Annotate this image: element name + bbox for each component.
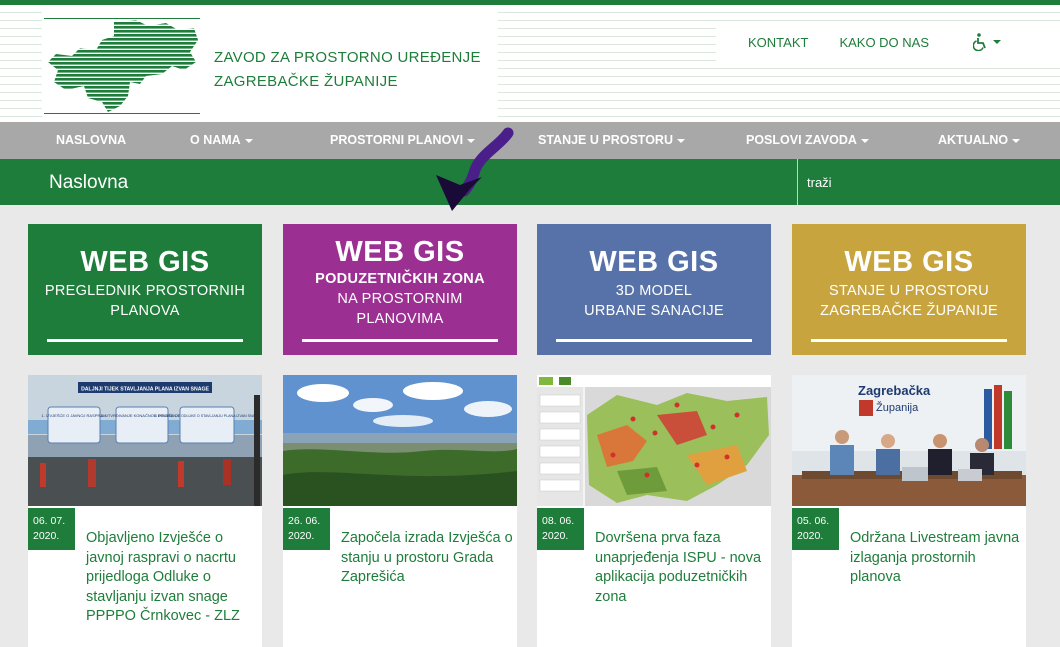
news-image — [283, 375, 517, 506]
chevron-down-icon — [1012, 138, 1021, 143]
chevron-down-icon — [860, 138, 869, 143]
image-wall-text-2: Županija — [876, 401, 919, 414]
nav-item-o-nama[interactable]: O NAMA — [190, 122, 253, 159]
nav-label: POSLOVI ZAVODA — [746, 133, 857, 147]
org-name: ZAVOD ZA PROSTORNO UREĐENJE ZAGREBAČKE Ž… — [214, 46, 494, 94]
chevron-down-icon — [993, 40, 1002, 44]
directions-link[interactable]: KAKO DO NAS — [839, 35, 929, 50]
news-title[interactable]: Održana Livestream javna izlaganja prost… — [850, 529, 1022, 588]
news-title[interactable]: Započela izrada Izvješća o stanju u pros… — [341, 529, 513, 588]
wheelchair-icon — [973, 33, 986, 51]
tile-heading: WEB GIS — [80, 246, 210, 278]
news-card[interactable]: 08. 06. 2020. Dovršena prva faza unaprje… — [537, 375, 771, 647]
tile-subtitle-1: 3D MODEL — [615, 283, 693, 299]
nav-item-poslovi-zavoda[interactable]: POSLOVI ZAVODA — [746, 122, 869, 159]
tile-gis-poduzetnicke-zone[interactable]: WEB GIS PODUZETNIČKIH ZONA NA PROSTORNIM… — [283, 224, 517, 355]
annotation-arrow-icon — [436, 127, 514, 211]
tile-subtitle-1: STANJE U PROSTORU — [828, 283, 990, 299]
tile-subtitle-1: PODUZETNIČKIH ZONA — [315, 271, 485, 287]
org-name-line1: ZAVOD ZA PROSTORNO UREĐENJE — [214, 49, 481, 66]
tile-subtitle-2: PLANOVA — [110, 303, 180, 319]
chevron-down-icon — [676, 138, 685, 143]
nav-label: O NAMA — [190, 133, 241, 147]
page-title-bar: Naslovna traži — [0, 159, 1060, 205]
news-date-year: 2020. — [288, 530, 315, 542]
news-date-year: 2020. — [797, 530, 824, 542]
tile-underline — [811, 339, 1007, 342]
nav-label: AKTUALNO — [938, 133, 1009, 147]
tile-heading: WEB GIS — [589, 246, 719, 278]
tile-subtitle-1: PREGLEDNIK PROSTORNIH — [44, 283, 246, 299]
tile-underline — [302, 339, 498, 342]
news-card[interactable]: 26. 06. 2020. Započela izrada Izvješća o… — [283, 375, 517, 647]
tile-subtitle-2: ZAGREBAČKE ŽUPANIJE — [820, 303, 998, 319]
tile-underline — [47, 339, 243, 342]
news-date: 26. 06. 2020. — [283, 508, 330, 550]
org-name-line2: ZAGREBAČKE ŽUPANIJE — [214, 73, 398, 90]
tile-subtitle-3: PLANOVIMA — [356, 311, 444, 327]
image-wall-text-1: Zagrebačka — [858, 383, 931, 398]
main-nav: NASLOVNA O NAMA PROSTORNI PLANOVI STANJE… — [0, 122, 1060, 159]
tile-heading: WEB GIS — [335, 236, 465, 268]
image-step-1: 1. IZVJEŠĆE O JAVNOJ RASPRAVI — [42, 413, 107, 418]
news-date-day: 05. 06. — [797, 515, 830, 527]
news-date-year: 2020. — [33, 530, 60, 542]
accessibility-menu[interactable] — [973, 33, 1002, 51]
tile-heading: WEB GIS — [844, 246, 974, 278]
news-date: 08. 06. 2020. — [537, 508, 584, 550]
image-heading: DALJNJI TIJEK STAVLJANJA PLANA IZVAN SNA… — [81, 387, 209, 393]
nav-item-aktualno[interactable]: AKTUALNO — [938, 122, 1021, 159]
news-date-year: 2020. — [542, 530, 569, 542]
news-date-day: 08. 06. — [542, 515, 575, 527]
nav-item-stanje-u-prostoru[interactable]: STANJE U PROSTORU — [538, 122, 685, 159]
contact-link[interactable]: KONTAKT — [748, 35, 808, 50]
tile-subtitle-2: NA PROSTORNIM — [337, 291, 463, 307]
news-date: 05. 06. 2020. — [792, 508, 839, 550]
news-title[interactable]: Objavljeno Izvješće o javnoj raspravi o … — [86, 529, 258, 627]
nav-label: NASLOVNA — [56, 133, 127, 147]
site-header: ZAVOD ZA PROSTORNO UREĐENJE ZAGREBAČKE Ž… — [0, 5, 1060, 122]
page-title: Naslovna — [49, 172, 129, 193]
news-date-day: 26. 06. — [288, 515, 321, 527]
tile-underline — [556, 339, 752, 342]
image-step-3: 3. DONOŠENJE ODLUKE O STAVLJANJU PLANA I… — [154, 413, 261, 418]
news-image: Zagrebačka Županija — [792, 375, 1026, 506]
logo[interactable]: ZAVOD ZA PROSTORNO UREĐENJE ZAGREBAČKE Ž… — [42, 10, 498, 122]
news-title[interactable]: Dovršena prva faza unaprjeđenja ISPU - n… — [595, 529, 767, 607]
nav-label: STANJE U PROSTORU — [538, 133, 673, 147]
county-map-logo-icon — [44, 18, 200, 114]
news-date: 06. 07. 2020. — [28, 508, 75, 550]
news-image — [537, 375, 771, 506]
news-card[interactable]: DALJNJI TIJEK STAVLJANJA PLANA IZVAN SNA… — [28, 375, 262, 647]
news-date-day: 06. 07. — [33, 515, 66, 527]
nav-item-naslovna[interactable]: NASLOVNA — [56, 122, 126, 159]
search-input[interactable]: traži — [797, 159, 1060, 205]
chevron-down-icon — [244, 138, 253, 143]
tile-subtitle-2: URBANE SANACIJE — [584, 303, 724, 319]
news-image: DALJNJI TIJEK STAVLJANJA PLANA IZVAN SNA… — [28, 375, 262, 506]
tile-gis-3d-model[interactable]: WEB GIS 3D MODEL URBANE SANACIJE — [537, 224, 771, 355]
utility-links: KONTAKT KAKO DO NAS — [716, 23, 1060, 61]
news-card[interactable]: Zagrebačka Županija 05. 06. 2020. Održan… — [792, 375, 1026, 647]
tile-gis-preglednik[interactable]: WEB GIS PREGLEDNIK PROSTORNIH PLANOVA — [28, 224, 262, 355]
tile-gis-stanje-u-prostoru[interactable]: WEB GIS STANJE U PROSTORU ZAGREBAČKE ŽUP… — [792, 224, 1026, 355]
